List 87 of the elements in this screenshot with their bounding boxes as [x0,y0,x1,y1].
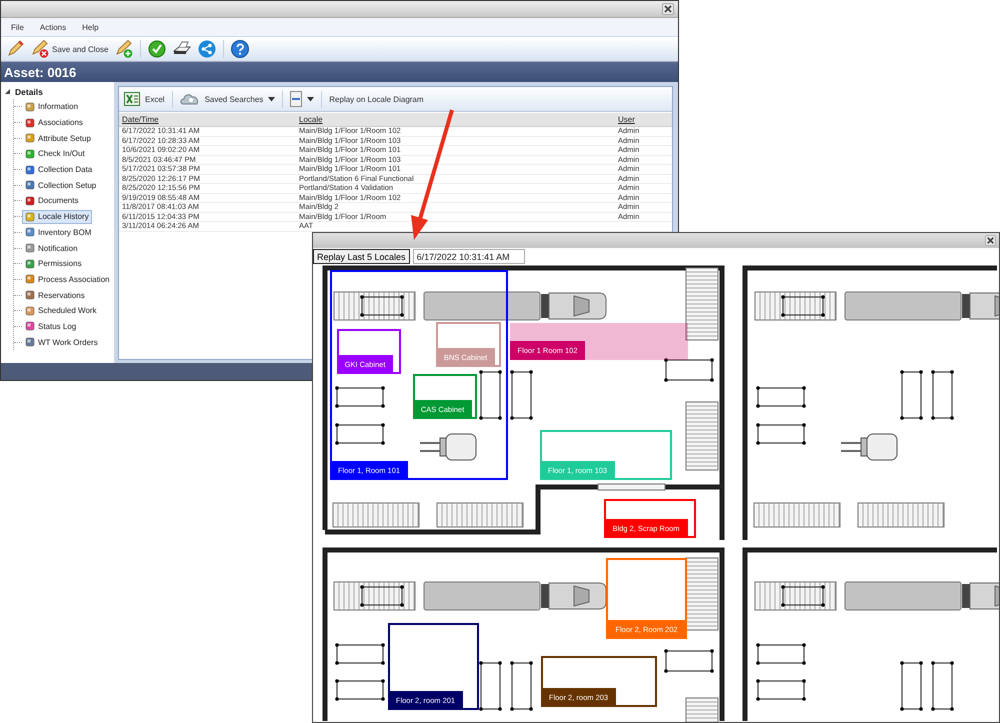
table-drawing [664,649,714,673]
tree-item[interactable]: Status Log [22,319,80,334]
help-icon[interactable] [231,40,250,58]
caret-icon [307,96,314,102]
cloud-icon [180,93,200,105]
table-drawing [479,370,502,420]
conveyor-drawing [686,402,718,470]
spreadsheet-icon [124,92,140,106]
tile-icon [25,321,35,332]
close-button[interactable] [662,3,674,15]
tree-item[interactable]: Permissions [22,256,85,271]
table-drawing [510,661,533,711]
table-drawing [335,679,385,701]
forklift-drawing [419,434,476,460]
column-icon [290,91,302,107]
save-and-close-button[interactable]: Save and Close [31,40,108,58]
saved-searches-button[interactable]: Saved Searches [180,93,276,105]
tile-icon [25,227,35,238]
tile-icon [25,164,35,175]
tree-item[interactable]: Associations [22,116,86,130]
table-drawing [756,386,806,408]
column-header[interactable]: User [618,115,672,124]
tree-item[interactable]: Collection Data [22,162,96,177]
table-drawing [781,585,825,607]
table-drawing [664,358,714,382]
columns-button[interactable] [290,91,314,107]
menu-item[interactable]: Actions [32,22,74,32]
tree-item[interactable]: Information [22,100,82,114]
tree-item[interactable]: Attribute Setup [22,131,94,146]
timestamp-field[interactable]: 6/17/2022 10:31:41 AM [412,249,525,264]
table-drawing [756,643,806,665]
tree-item[interactable]: Check In/Out [22,146,88,161]
table-drawing [931,370,954,420]
pencil-delete-icon [31,40,49,58]
table-drawing [479,661,502,711]
table-drawing [510,370,533,420]
tile-icon [25,196,35,206]
table-drawing [335,423,385,445]
tile-icon [25,133,35,144]
menu-item[interactable]: Help [74,22,107,32]
forklift-drawing [840,434,898,460]
tree-item[interactable]: Locale History [22,210,92,224]
tile-icon [25,306,35,316]
table-drawing [335,386,385,408]
tile-icon [25,258,35,269]
tile-icon [25,180,35,190]
menu-item[interactable]: File [3,22,32,32]
tile-icon [25,290,35,300]
tile-icon [25,102,35,112]
table-drawing [360,295,404,317]
replay-button[interactable]: Replay Last 5 Locales [313,249,410,264]
table-drawing [756,423,806,445]
column-header[interactable]: Date/Time [122,115,299,124]
tile-icon [25,212,35,222]
collapse-icon[interactable] [4,88,11,95]
column-header[interactable]: Locale [299,115,618,124]
check-circle-icon[interactable] [148,40,166,58]
asset-title: Asset: 0016 [4,64,76,80]
table-drawing [360,585,404,607]
tree-node[interactable]: Details [15,86,43,96]
tree-item[interactable]: Reservations [22,288,88,302]
table-drawing [781,295,825,317]
caret-icon [268,96,276,102]
tree-item[interactable]: Notification [22,241,81,256]
pencil-icon[interactable] [6,40,24,58]
tree-item[interactable]: Process Association [22,272,113,286]
tile-icon [25,118,35,128]
table-drawing [756,679,806,701]
excel-button[interactable]: Excel [124,92,165,106]
pencil-plus-icon[interactable] [115,40,134,58]
tree-item[interactable]: Inventory BOM [22,225,94,240]
table-drawing [931,661,954,711]
tree-item[interactable]: Scheduled Work [22,304,100,318]
tile-icon [25,148,35,159]
tile-icon [25,337,35,348]
tile-icon [25,274,35,284]
door-drawing [598,484,666,490]
replay-button[interactable]: Replay on Locale Diagram [329,94,424,104]
tree-item[interactable]: Documents [22,194,82,208]
share-icon[interactable] [198,40,216,58]
table-drawing [900,370,923,420]
close-button[interactable] [985,235,996,246]
table-drawing [335,643,385,665]
tree-item[interactable]: Collection Setup [22,178,100,192]
table-drawing [900,661,923,711]
tile-icon [25,243,35,254]
tree-item[interactable]: WT Work Orders [22,335,101,350]
